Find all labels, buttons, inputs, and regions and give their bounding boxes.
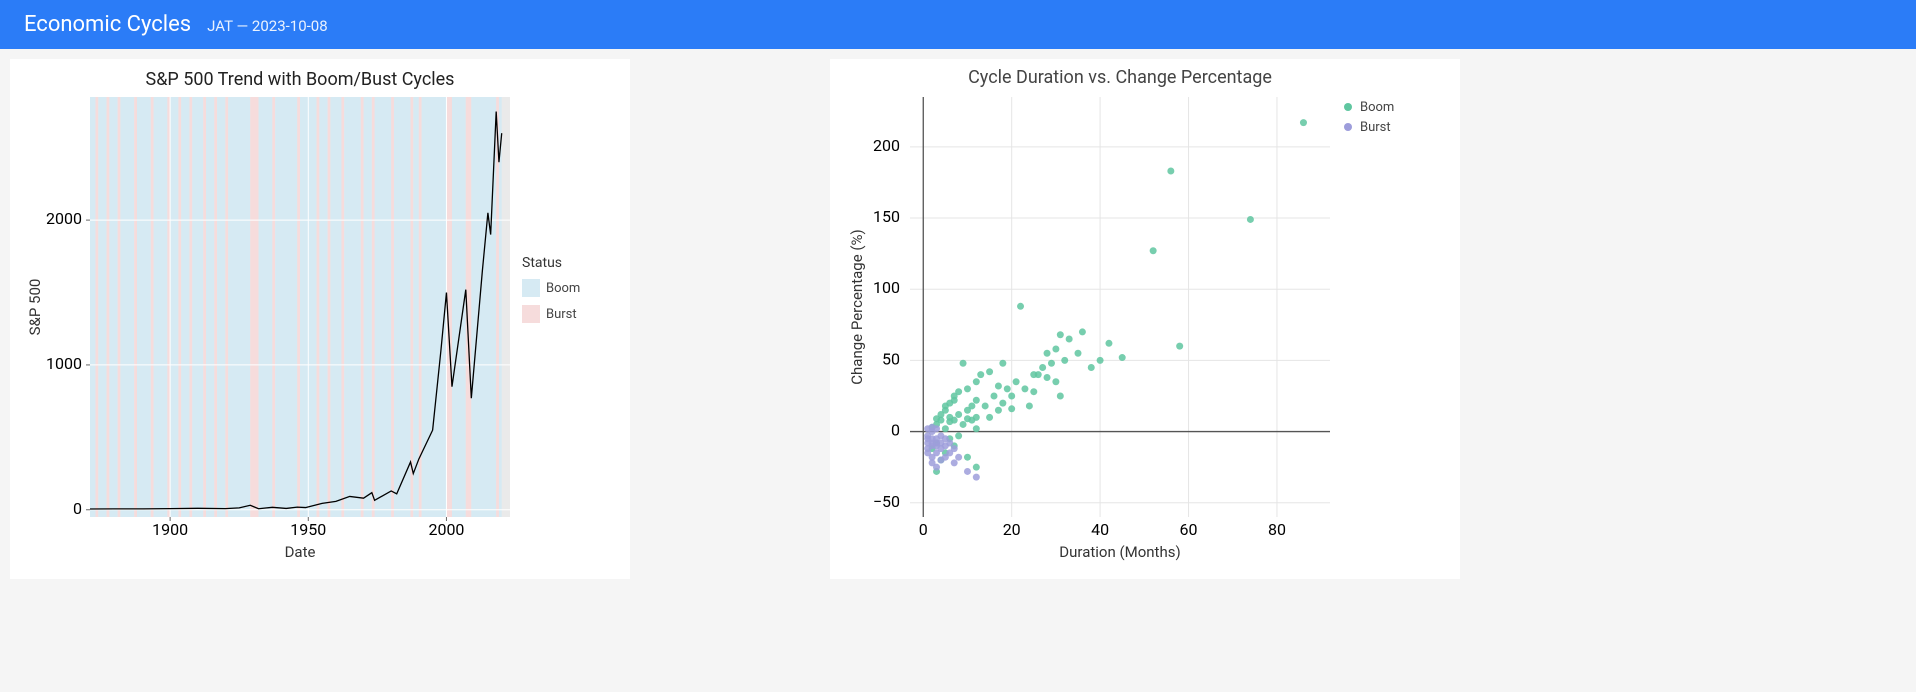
svg-text:Status: Status: [522, 255, 562, 271]
svg-text:Boom: Boom: [546, 281, 580, 296]
header-title: Economic Cycles: [24, 12, 191, 37]
svg-text:Date: Date: [285, 543, 316, 561]
svg-text:0: 0: [891, 421, 900, 440]
svg-text:Boom: Boom: [1360, 100, 1394, 115]
right-chart-card: Cycle Duration vs. Change Percentage 0 20 4…: [830, 59, 1460, 579]
svg-text:Change Percentage (%): Change Percentage (%): [848, 229, 866, 384]
svg-text:1000: 1000: [46, 354, 82, 373]
left-chart-card: S&P 500 Trend with Boom/Bust Cycles 1900 1…: [10, 59, 630, 579]
svg-text:Cycle Duration vs. Change Perc: Cycle Duration vs. Change Percentage: [968, 67, 1272, 88]
svg-text:200: 200: [873, 136, 900, 155]
cycle-scatter-chart: Cycle Duration vs. Change Percentage 0 20 4…: [840, 67, 1440, 567]
svg-text:−50: −50: [873, 492, 900, 511]
svg-text:2000: 2000: [428, 520, 464, 539]
svg-text:S&P 500: S&P 500: [26, 279, 44, 336]
svg-text:0: 0: [73, 499, 82, 518]
content-row: S&P 500 Trend with Boom/Bust Cycles 1900 1…: [0, 49, 1916, 589]
svg-text:150: 150: [873, 207, 900, 226]
svg-text:60: 60: [1180, 520, 1198, 539]
svg-text:50: 50: [882, 349, 900, 368]
header-subtitle: JAT — 2023-10-08: [207, 17, 328, 35]
svg-text:1950: 1950: [290, 520, 326, 539]
svg-text:0: 0: [919, 520, 928, 539]
svg-text:Duration (Months): Duration (Months): [1059, 543, 1180, 561]
svg-text:Burst: Burst: [546, 307, 577, 322]
svg-text:1900: 1900: [152, 520, 188, 539]
svg-text:2000: 2000: [46, 209, 82, 228]
svg-text:80: 80: [1268, 520, 1286, 539]
svg-text:100: 100: [873, 278, 900, 297]
top-header: Economic Cycles JAT — 2023-10-08: [0, 0, 1916, 49]
svg-text:20: 20: [1003, 520, 1021, 539]
svg-text:S&P 500 Trend with Boom/Bust C: S&P 500 Trend with Boom/Bust Cycles: [146, 69, 455, 90]
sp500-trend-chart: S&P 500 Trend with Boom/Bust Cycles 1900 1…: [20, 67, 620, 567]
svg-text:40: 40: [1091, 520, 1109, 539]
svg-text:Burst: Burst: [1360, 120, 1391, 135]
